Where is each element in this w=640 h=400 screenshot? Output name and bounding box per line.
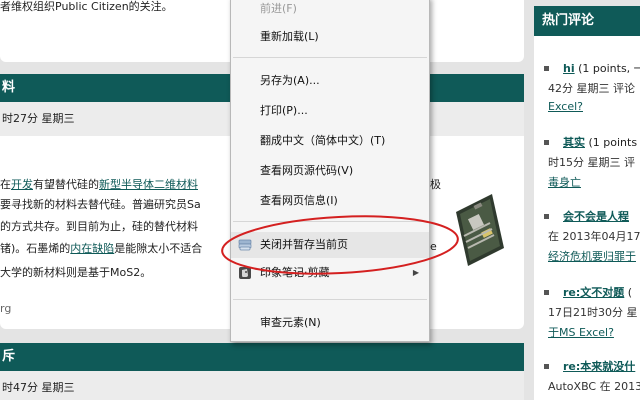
article-text: 者维权组织Public Citizen的关注。 [0,0,173,13]
menu-item-save-as[interactable]: 另存为(A)... [231,68,429,94]
hot-comments-list: hi (1 points, 一 42分 星期三 评论 Excel? 其实 (1 … [534,36,640,400]
comment-title[interactable]: re:文不对题 [563,286,624,299]
bullet-icon [544,214,549,219]
menu-item-label: 印象笔记·剪藏 [260,266,330,279]
menu-item-label: 关闭并暂存当前页 [260,238,348,251]
bullet-icon [544,364,549,369]
article-footer: rg [0,302,12,315]
comment-parent-link[interactable]: 于MS Excel? [548,324,614,340]
evernote-icon [239,267,251,279]
bullet-icon [544,66,549,71]
article-text: 是能隙太小不适合 [114,242,203,255]
menu-separator [233,57,427,58]
comment-meta: (1 points, 一 [574,62,640,75]
menu-item-translate[interactable]: 翻成中文（简体中文）(T) [231,128,429,154]
article-text: 有望替代硅的 [33,178,99,191]
comment-parent-link[interactable]: Excel? [548,100,583,113]
comment-title[interactable]: re:本来就没什 [563,360,635,373]
comment-meta: 17日21时30分 星 [548,306,638,319]
comment-title[interactable]: hi [563,62,575,75]
comment-meta: ( [624,286,633,299]
menu-item-evernote-clip[interactable]: 印象笔记·剪藏 ▶ [231,260,429,286]
comment-meta: 42分 星期三 评论 [548,82,635,95]
menu-item-page-info[interactable]: 查看网页信息(I) [231,188,429,214]
sidebar-header: 热门评论 [534,6,640,36]
inline-link[interactable]: 内在缺陷 [70,242,114,255]
article-title[interactable]: 斥 [0,343,524,371]
article-card-3: 斥 时47分 星期三 [0,343,524,400]
menu-item-forward: 前进(F) [260,2,297,15]
inline-link[interactable]: 新型半导体二维材料 [99,178,198,191]
comment-meta: AutoXBC 在 2013 [548,380,640,393]
article-text: 锗)。石墨烯的 [0,242,71,255]
submenu-arrow-icon: ▶ [412,268,419,277]
comment-meta: 时15分 星期三 评 [548,156,635,169]
article-paragraph-line: 在开发有望替代硅的新型半导体二维材料 [0,176,198,192]
article-paragraph-line: 锗)。石墨烯的内在缺陷是能隙太小不适合 [0,240,202,256]
menu-item-reload[interactable]: 重新加载(L) [231,24,429,50]
menu-item-close-and-stash[interactable]: 关闭并暂存当前页 [231,232,429,258]
article-paragraph-line: 要寻找新的材料去替代硅。普遍研究员Sa [0,198,201,211]
menu-item-inspect-element[interactable]: 审查元素(N) [231,310,429,336]
motherboard-thumbnail [456,194,504,266]
inline-link[interactable]: 开发 [11,178,33,191]
article-paragraph-line: 大学的新材料则是基于MoS2。 [0,266,152,279]
menu-separator [233,221,427,222]
bullet-icon [544,290,549,295]
article-text: 在 [0,178,11,191]
article-text: 极 [430,178,441,191]
bullet-icon [544,140,549,145]
article-paragraph-line: 的方式共存。到目前为止，硅的替代材料 [0,220,198,233]
menu-item-print[interactable]: 打印(P)... [231,98,429,124]
article-meta: 时47分 星期三 [0,371,524,400]
comment-title[interactable]: 其实 [563,136,585,149]
page: 者维权组织Public Citizen的关注。 料 时27分 星期三 在开发有望… [0,0,640,400]
comment-parent-link[interactable]: 毒身亡 [548,174,581,190]
comment-parent-link[interactable]: 经济危机要归罪于 [548,248,636,264]
menu-item-view-source[interactable]: 查看网页源代码(V) [231,158,429,184]
stack-icon [238,239,252,251]
comment-meta: 在 2013年04月17 [548,230,640,243]
comment-meta: (1 points [585,136,638,149]
context-menu: 前进(F) 重新加载(L) 另存为(A)... 打印(P)... 翻成中文（简体… [230,0,430,342]
menu-separator [233,299,427,300]
comment-title[interactable]: 会不会是人程 [563,210,629,223]
article-text: e [430,240,437,253]
